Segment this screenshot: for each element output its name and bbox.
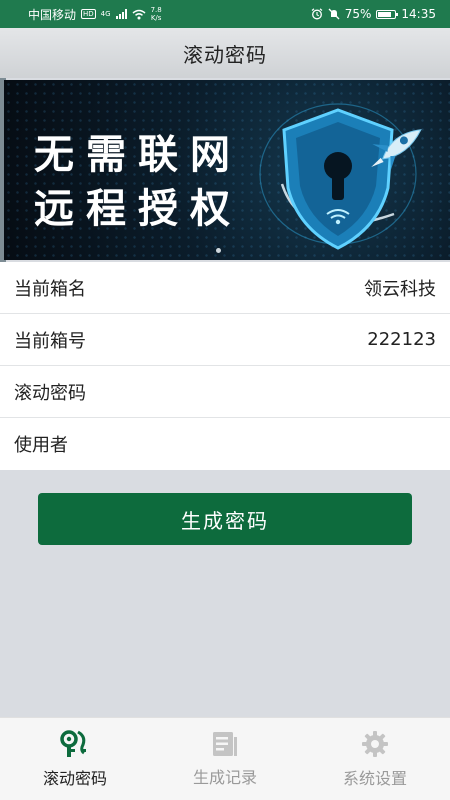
promo-banner[interactable]: 无需联网 远程授权 [4, 80, 450, 260]
status-bar: 中国移动 HD 4G 7.8 K/s 75% 14:35 [0, 0, 450, 28]
tab-rolling-password[interactable]: 滚动密码 [0, 718, 150, 800]
mute-icon [328, 8, 340, 20]
hd-badge: HD [81, 9, 96, 19]
alarm-icon [311, 8, 323, 20]
tab-rolling-password-label: 滚动密码 [42, 769, 107, 788]
wifi-icon [132, 9, 146, 19]
title-bar: 滚动密码 [0, 28, 450, 78]
speed-value: 7.8 [150, 6, 162, 14]
info-list: 当前箱名 领云科技 当前箱号 222123 滚动密码 使用者 [0, 262, 450, 470]
clock: 14:35 [401, 7, 436, 21]
banner-headline-2: 远程授权 [34, 185, 242, 232]
signal-icon [115, 9, 127, 19]
box-number-value: 222123 [367, 329, 436, 350]
tab-generation-records[interactable]: 生成记录 [150, 718, 300, 800]
battery-icon [376, 9, 399, 19]
network-speed: 7.8 K/s [151, 6, 162, 22]
page-title: 滚动密码 [183, 42, 267, 67]
carrier-name: 中国移动 [28, 7, 77, 22]
box-name-label: 当前箱名 [14, 278, 86, 300]
status-bar-right: 75% 14:35 [311, 7, 436, 21]
tab-system-settings[interactable]: 系统设置 [300, 718, 450, 800]
rolling-password-label: 滚动密码 [14, 382, 86, 404]
banner-headline-1: 无需联网 [34, 131, 242, 178]
box-number-label: 当前箱号 [14, 330, 86, 352]
record-list-icon [213, 732, 237, 756]
tab-generation-records-label: 生成记录 [192, 768, 257, 787]
gear-icon [362, 731, 388, 757]
generate-password-button[interactable]: 生成密码 [38, 493, 412, 545]
box-name-value: 领云科技 [364, 278, 436, 300]
rolling-password-row: 滚动密码 [0, 366, 450, 418]
user-label: 使用者 [14, 435, 68, 456]
status-bar-left: 中国移动 HD 4G 7.8 K/s [28, 6, 162, 23]
tab-system-settings-label: 系统设置 [342, 769, 407, 788]
carousel-indicator[interactable] [216, 248, 221, 253]
bottom-tab-bar: 滚动密码 生成记录 系统设置 [0, 717, 450, 800]
shield-rocket-icon [259, 103, 422, 250]
user-row[interactable]: 使用者 [0, 418, 450, 470]
network-type: 4G [100, 9, 111, 18]
box-name-row: 当前箱名 领云科技 [0, 262, 450, 314]
key-icon [60, 730, 86, 757]
speed-unit: K/s [150, 14, 162, 22]
battery-percent: 75% [344, 7, 372, 21]
box-number-row: 当前箱号 222123 [0, 314, 450, 366]
